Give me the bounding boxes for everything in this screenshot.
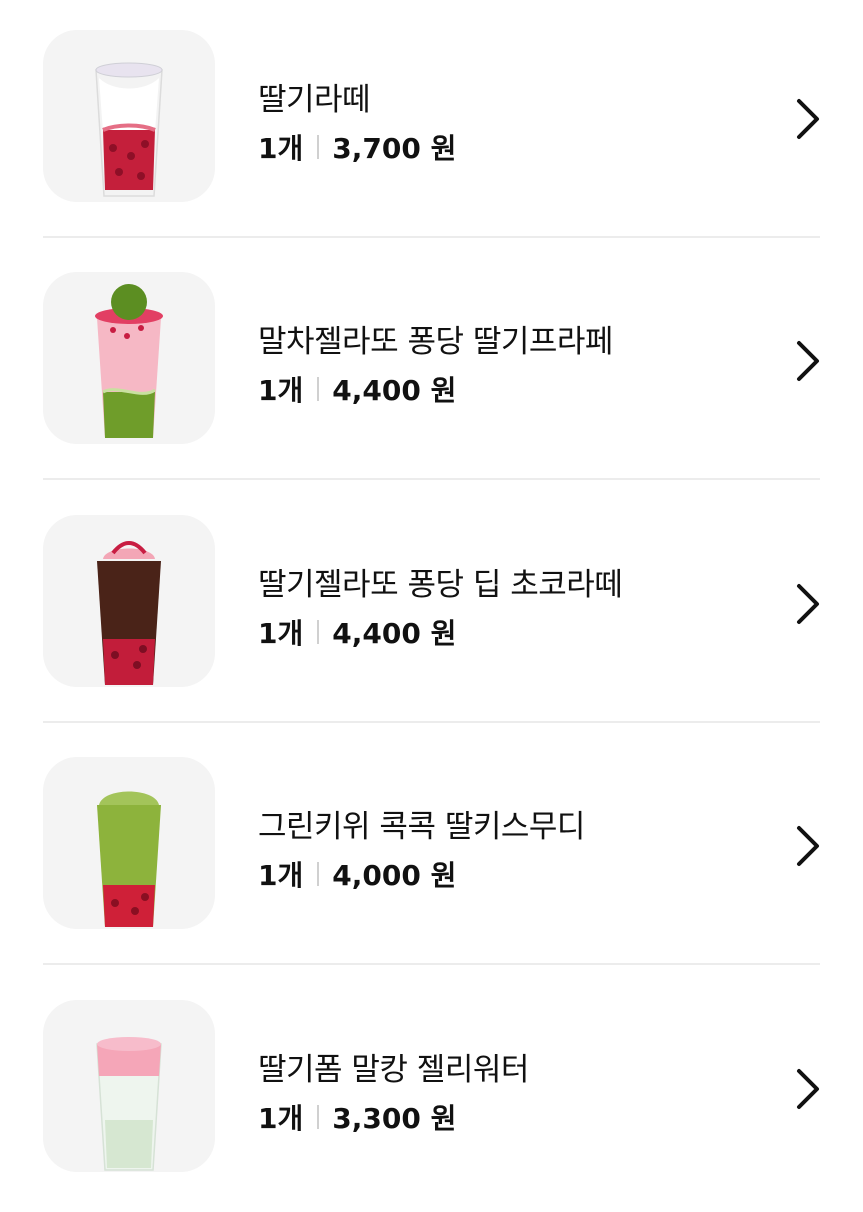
quantity: 1개: [258, 617, 304, 650]
chevron-right-icon[interactable]: [790, 581, 824, 627]
separator: [317, 862, 320, 886]
price: 4,000 원: [332, 859, 457, 892]
product-meta: 1개 4,000 원: [258, 854, 456, 894]
strawberry-latte-image: [95, 62, 163, 197]
divider: [43, 721, 820, 723]
chevron-right-icon[interactable]: [790, 823, 824, 869]
separator: [317, 135, 320, 159]
chevron-right-icon[interactable]: [790, 96, 824, 142]
order-item[interactable]: 말차젤라또 퐁당 딸기프라페 1개 4,400 원: [0, 242, 863, 484]
order-item[interactable]: 딸기폼 말캉 젤리워터 1개 3,300 원: [0, 970, 863, 1212]
price: 4,400 원: [332, 374, 457, 407]
strawberry-choco-latte-image: [97, 541, 161, 685]
chevron-right-icon[interactable]: [790, 1066, 824, 1112]
order-item[interactable]: 딸기젤라또 퐁당 딥 초코라떼 1개 4,400 원: [0, 485, 863, 727]
order-item[interactable]: 딸기라떼 1개 3,700 원: [0, 0, 863, 242]
product-meta: 1개 4,400 원: [258, 369, 456, 409]
separator: [317, 377, 320, 401]
divider: [43, 478, 820, 480]
quantity: 1개: [258, 374, 304, 407]
product-meta: 1개 3,700 원: [258, 127, 456, 167]
divider: [43, 236, 820, 238]
product-meta: 1개 4,400 원: [258, 612, 456, 652]
product-name: 딸기폼 말캉 젤리워터: [258, 1052, 529, 1088]
price: 3,300 원: [332, 1102, 457, 1135]
quantity: 1개: [258, 859, 304, 892]
product-thumbnail: [43, 272, 215, 444]
product-thumbnail: [43, 757, 215, 929]
product-meta: 1개 3,300 원: [258, 1097, 456, 1137]
quantity: 1개: [258, 132, 304, 165]
product-name: 딸기라떼: [258, 82, 371, 118]
matcha-strawberry-frappe-image: [95, 284, 163, 438]
price: 4,400 원: [332, 617, 457, 650]
product-thumbnail: [43, 515, 215, 687]
order-item-list: 딸기라떼 1개 3,700 원 말차젤라또 퐁당 딸기프라페 1개 4,400 …: [0, 0, 863, 1200]
order-item[interactable]: 그린키위 콕콕 딸키스무디 1개 4,000 원: [0, 727, 863, 969]
quantity: 1개: [258, 1102, 304, 1135]
chevron-right-icon[interactable]: [790, 338, 824, 384]
divider: [43, 963, 820, 965]
product-thumbnail: [43, 1000, 215, 1172]
price: 3,700 원: [332, 132, 457, 165]
green-kiwi-smoothie-image: [97, 791, 161, 927]
separator: [317, 1105, 320, 1129]
separator: [317, 620, 320, 644]
product-name: 딸기젤라또 퐁당 딥 초코라떼: [258, 567, 623, 603]
product-name: 그린키위 콕콕 딸키스무디: [258, 809, 585, 845]
product-name: 말차젤라또 퐁당 딸기프라페: [258, 324, 613, 360]
product-thumbnail: [43, 30, 215, 202]
strawberry-jelly-water-image: [96, 1037, 162, 1171]
